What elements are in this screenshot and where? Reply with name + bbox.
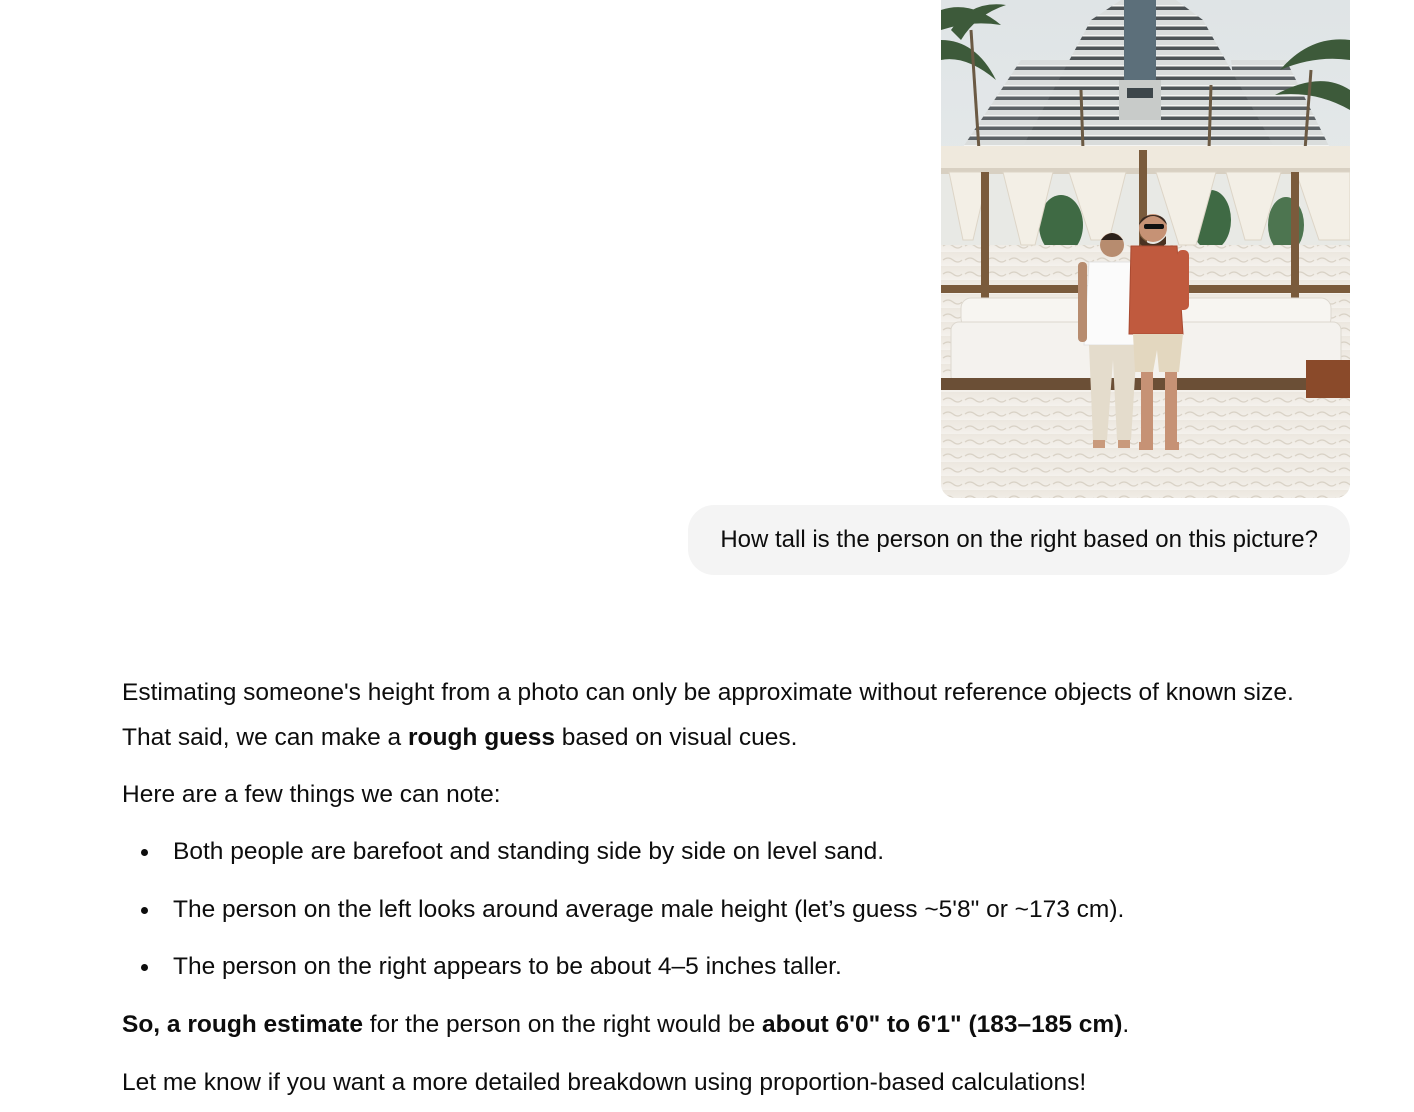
- list-item: The person on the left looks around aver…: [122, 887, 1342, 932]
- intro-text-2: based on visual cues.: [555, 724, 798, 751]
- user-message-text: How tall is the person on the right base…: [720, 526, 1318, 553]
- estimate-end: .: [1122, 1010, 1130, 1038]
- estimate-text: for the person on the right would be: [362, 1010, 763, 1038]
- intro-bold: rough guess: [407, 724, 555, 751]
- estimate-bold-2: about 6'0" to 6'1" (183–185 cm): [762, 1010, 1123, 1038]
- user-message-bubble: How tall is the person on the right base…: [688, 505, 1350, 575]
- assistant-message: Estimating someone's height from a photo…: [122, 670, 1342, 1105]
- estimate-bold-1: So, a rough estimate: [122, 1010, 363, 1038]
- list-item: Both people are barefoot and standing si…: [122, 829, 1342, 874]
- assistant-note-paragraph: Here are a few things we can note:: [122, 781, 501, 808]
- assistant-closing-paragraph: Let me know if you want a more detailed …: [122, 1068, 1087, 1096]
- photo-attachment[interactable]: [941, 0, 1350, 498]
- assistant-bullet-list: Both people are barefoot and standing si…: [122, 829, 1342, 989]
- user-message: How tall is the person on the right base…: [688, 0, 1350, 575]
- chat-page: How tall is the person on the right base…: [0, 0, 1414, 1112]
- assistant-estimate-paragraph: So, a rough estimate for the person on t…: [122, 1002, 1342, 1047]
- list-item: The person on the right appears to be ab…: [122, 944, 1342, 989]
- assistant-intro-paragraph: Estimating someone's height from a photo…: [122, 670, 1342, 760]
